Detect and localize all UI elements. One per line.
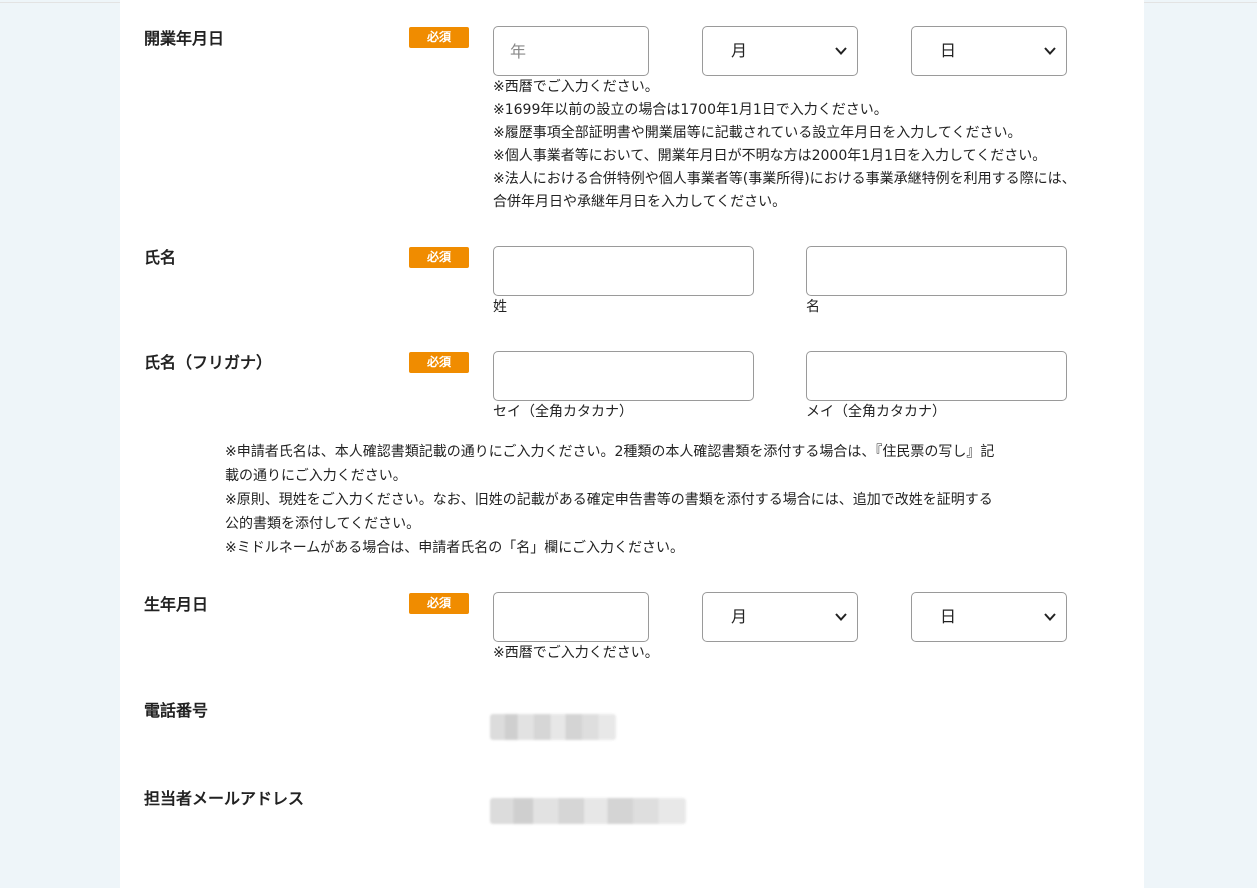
name-notes: ※申請者氏名は、本人確認書類記載の通りにご入力ください。2種類の本人確認書類を添… bbox=[225, 444, 995, 556]
last-name-caption: 姓 bbox=[493, 299, 507, 315]
birth-day-value: 日 bbox=[940, 607, 957, 626]
opening-day-select[interactable]: 日 bbox=[911, 26, 1067, 76]
first-name-kana-input[interactable] bbox=[806, 351, 1067, 401]
name-label: 氏名 bbox=[144, 248, 177, 267]
required-badge: 必須 bbox=[409, 247, 469, 268]
first-name-kana-caption: メイ（全角カタカナ） bbox=[806, 404, 946, 420]
first-name-caption: 名 bbox=[806, 299, 820, 315]
required-badge: 必須 bbox=[409, 593, 469, 614]
opening-date-label: 開業年月日 bbox=[144, 29, 225, 48]
required-badge: 必須 bbox=[409, 27, 469, 48]
birth-year-input[interactable] bbox=[493, 592, 649, 642]
birth-date-note: ※西暦でご入力ください。 bbox=[493, 645, 659, 661]
first-name-input[interactable] bbox=[806, 246, 1067, 296]
chevron-down-icon bbox=[835, 613, 847, 621]
last-name-kana-input[interactable] bbox=[493, 351, 754, 401]
redacted-email-value bbox=[490, 798, 686, 824]
phone-label: 電話番号 bbox=[144, 701, 209, 720]
required-badge: 必須 bbox=[409, 352, 469, 373]
opening-date-notes: ※西暦でご入力ください。 ※1699年以前の設立の場合は1700年1月1日で入力… bbox=[493, 79, 1076, 210]
birth-month-value: 月 bbox=[731, 607, 748, 626]
opening-day-value: 日 bbox=[940, 41, 957, 60]
birth-month-select[interactable]: 月 bbox=[702, 592, 858, 642]
opening-year-input[interactable] bbox=[493, 26, 649, 76]
name-kana-label: 氏名（フリガナ） bbox=[144, 353, 273, 372]
redacted-phone-value bbox=[490, 714, 616, 740]
chevron-down-icon bbox=[1044, 47, 1056, 55]
opening-month-select[interactable]: 月 bbox=[702, 26, 858, 76]
last-name-input[interactable] bbox=[493, 246, 754, 296]
birth-date-label: 生年月日 bbox=[144, 595, 209, 614]
birth-day-select[interactable]: 日 bbox=[911, 592, 1067, 642]
last-name-kana-caption: セイ（全角カタカナ） bbox=[493, 404, 633, 420]
form-panel: 開業年月日 必須 月 日 ※西暦でご入力ください。 ※1699年以前の設立の場合… bbox=[120, 0, 1144, 888]
chevron-down-icon bbox=[835, 47, 847, 55]
contact-email-label: 担当者メールアドレス bbox=[144, 789, 305, 808]
chevron-down-icon bbox=[1044, 613, 1056, 621]
opening-month-value: 月 bbox=[731, 41, 748, 60]
